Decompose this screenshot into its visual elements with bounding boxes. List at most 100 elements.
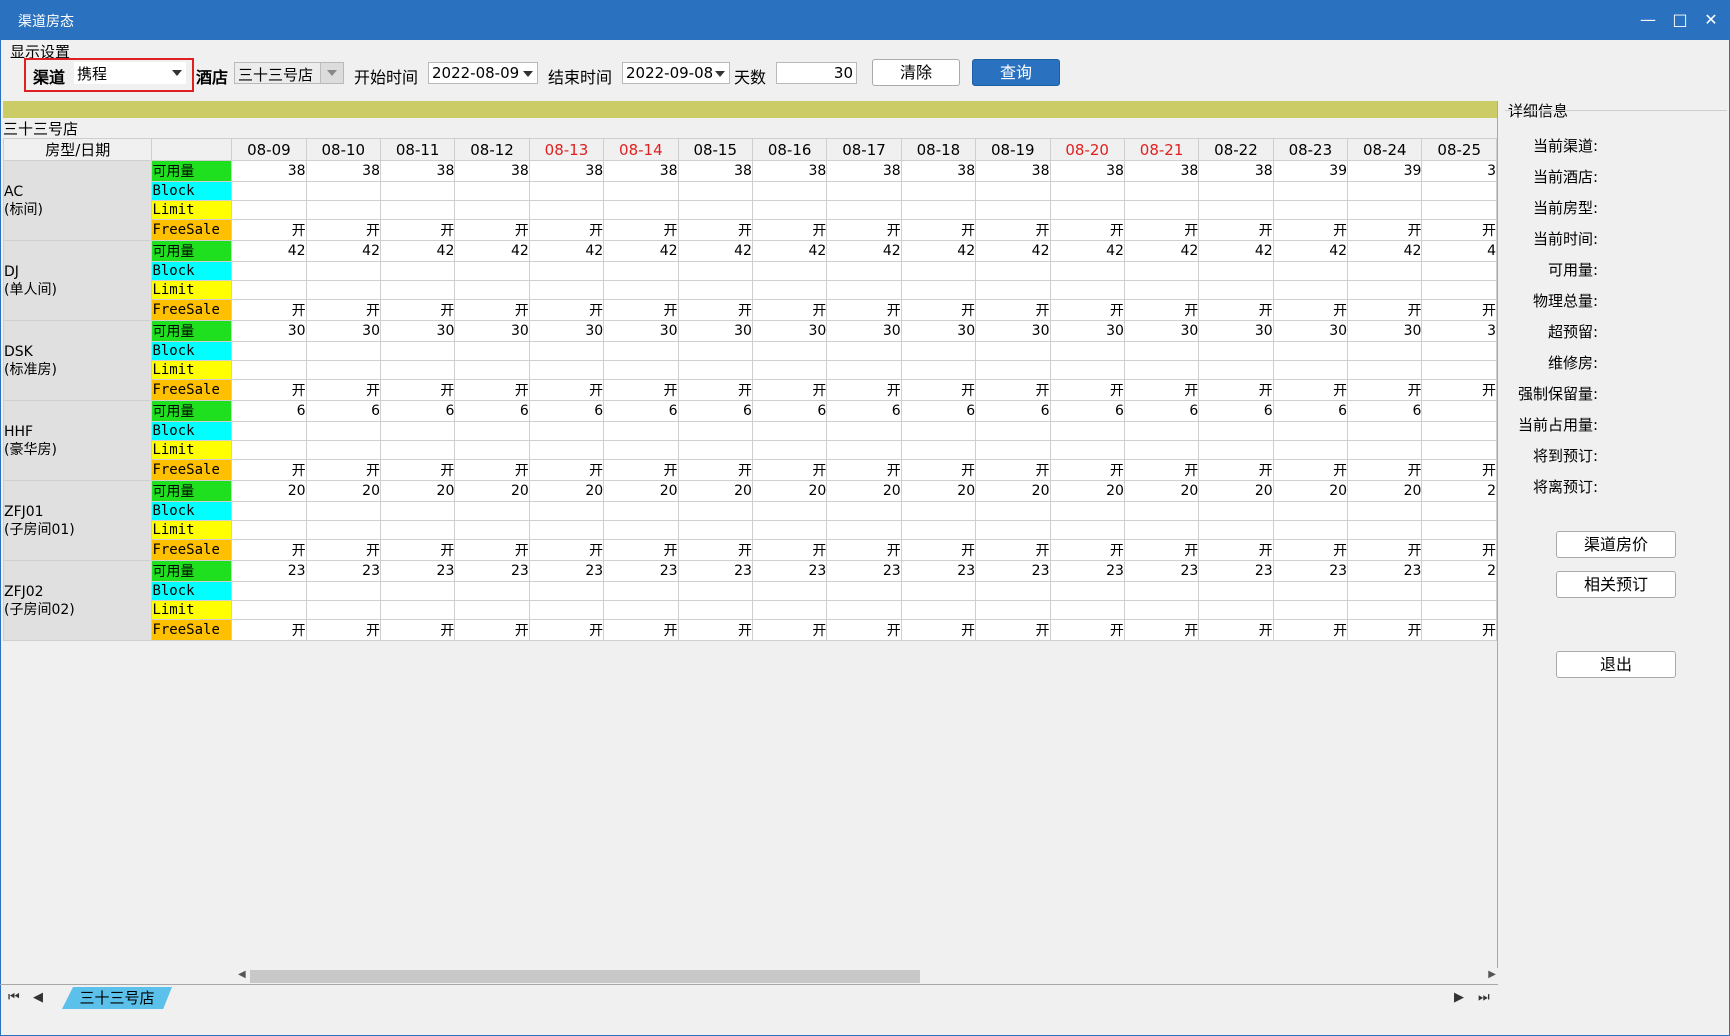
grid-cell[interactable]: 30: [677, 320, 753, 342]
grid-cell[interactable]: [454, 581, 530, 601]
grid-cell[interactable]: 6: [528, 400, 605, 422]
grid-cell[interactable]: [231, 581, 307, 601]
grid-cell[interactable]: [454, 501, 530, 521]
grid-cell[interactable]: [454, 600, 530, 620]
grid-cell[interactable]: 开: [751, 459, 828, 481]
grid-cell[interactable]: 42: [1049, 240, 1125, 262]
grid-cell[interactable]: [231, 200, 307, 220]
grid-cell[interactable]: [1272, 341, 1349, 361]
grid-cell[interactable]: [826, 341, 902, 361]
grid-cell[interactable]: [305, 181, 381, 201]
grid-cell[interactable]: 2: [1421, 560, 1497, 582]
grid-cell[interactable]: [1347, 341, 1423, 361]
grid-cell[interactable]: [1272, 280, 1349, 300]
grid-cell[interactable]: [305, 261, 381, 281]
grid-cell[interactable]: 42: [231, 240, 307, 262]
maximize-icon[interactable]: □: [1668, 8, 1692, 32]
grid-cell[interactable]: 开: [528, 299, 605, 321]
grid-cell[interactable]: [1272, 181, 1349, 201]
end-date-picker[interactable]: 2022-09-08: [622, 62, 730, 84]
grid-cell[interactable]: [1421, 520, 1497, 540]
grid-cell[interactable]: [305, 280, 381, 300]
grid-cell[interactable]: 开: [975, 619, 1051, 641]
grid-cell[interactable]: 42: [900, 240, 977, 262]
grid-cell[interactable]: 开: [900, 459, 977, 481]
scroll-right-icon[interactable]: ▶: [1488, 969, 1496, 980]
grid-cell[interactable]: [751, 581, 828, 601]
grid-cell[interactable]: [900, 520, 977, 540]
grid-cell[interactable]: 开: [603, 539, 679, 561]
grid-cell[interactable]: [826, 181, 902, 201]
grid-cell[interactable]: 开: [751, 379, 828, 401]
grid-cell[interactable]: 20: [677, 480, 753, 502]
grid-cell[interactable]: [305, 501, 381, 521]
grid-cell[interactable]: 30: [975, 320, 1051, 342]
grid-cell[interactable]: [454, 261, 530, 281]
grid-cell[interactable]: [900, 341, 977, 361]
grid-cell[interactable]: [1198, 280, 1274, 300]
grid-cell[interactable]: [1049, 440, 1125, 460]
grid-cell[interactable]: 6: [305, 400, 381, 422]
grid-cell[interactable]: [1123, 520, 1200, 540]
grid-cell[interactable]: [1123, 261, 1200, 281]
grid-cell[interactable]: [975, 501, 1051, 521]
grid-cell[interactable]: [379, 181, 456, 201]
grid-cell[interactable]: [528, 181, 605, 201]
grid-cell[interactable]: 开: [1347, 619, 1423, 641]
grid-cell[interactable]: [1198, 200, 1274, 220]
grid-cell[interactable]: [975, 181, 1051, 201]
grid-cell[interactable]: [305, 421, 381, 441]
grid-cell[interactable]: 开: [1123, 539, 1200, 561]
grid-cell[interactable]: [677, 360, 753, 380]
grid-cell[interactable]: [1198, 581, 1274, 601]
grid-cell[interactable]: [826, 360, 902, 380]
query-button[interactable]: 查询: [972, 59, 1060, 86]
first-sheet-icon[interactable]: ⏮: [8, 990, 20, 1005]
grid-cell[interactable]: 开: [900, 219, 977, 241]
grid-cell[interactable]: 20: [751, 480, 828, 502]
grid-cell[interactable]: 38: [231, 160, 307, 182]
grid-cell[interactable]: [379, 421, 456, 441]
grid-cell[interactable]: 开: [603, 379, 679, 401]
grid-cell[interactable]: [1123, 341, 1200, 361]
grid-cell[interactable]: 开: [1272, 619, 1349, 641]
grid-cell[interactable]: 开: [379, 379, 456, 401]
grid-cell[interactable]: [305, 600, 381, 620]
grid-cell[interactable]: 开: [379, 619, 456, 641]
grid-cell[interactable]: 开: [826, 299, 902, 321]
grid-cell[interactable]: 开: [1198, 299, 1274, 321]
grid-cell[interactable]: 开: [528, 219, 605, 241]
grid-cell[interactable]: [379, 501, 456, 521]
grid-cell[interactable]: [751, 360, 828, 380]
grid-cell[interactable]: 42: [1123, 240, 1200, 262]
grid-cell[interactable]: 开: [826, 619, 902, 641]
room-type-cell[interactable]: ZFJ01 (子房间01): [3, 480, 153, 561]
grid-cell[interactable]: 开: [603, 299, 679, 321]
grid-cell[interactable]: [900, 181, 977, 201]
grid-cell[interactable]: [603, 200, 679, 220]
grid-cell[interactable]: 38: [1198, 160, 1274, 182]
hotel-dropdown-button[interactable]: [320, 63, 343, 83]
grid-cell[interactable]: 6: [231, 400, 307, 422]
grid-cell[interactable]: 开: [826, 539, 902, 561]
grid-cell[interactable]: 6: [900, 400, 977, 422]
grid-cell[interactable]: [1347, 261, 1423, 281]
grid-cell[interactable]: [1049, 360, 1125, 380]
grid-cell[interactable]: [1198, 421, 1274, 441]
grid-cell[interactable]: [975, 341, 1051, 361]
grid-cell[interactable]: [1123, 181, 1200, 201]
grid-cell[interactable]: 38: [454, 160, 530, 182]
grid-cell[interactable]: [528, 421, 605, 441]
grid-cell[interactable]: 开: [900, 619, 977, 641]
grid-cell[interactable]: 6: [1049, 400, 1125, 422]
grid-cell[interactable]: 开: [826, 379, 902, 401]
grid-cell[interactable]: [1049, 600, 1125, 620]
grid-cell[interactable]: 6: [454, 400, 530, 422]
exit-button[interactable]: 退出: [1556, 651, 1676, 678]
grid-cell[interactable]: 开: [751, 219, 828, 241]
grid-cell[interactable]: [900, 600, 977, 620]
grid-cell[interactable]: 开: [1049, 539, 1125, 561]
grid-cell[interactable]: 开: [1198, 619, 1274, 641]
grid-cell[interactable]: [1123, 421, 1200, 441]
grid-cell[interactable]: [975, 440, 1051, 460]
